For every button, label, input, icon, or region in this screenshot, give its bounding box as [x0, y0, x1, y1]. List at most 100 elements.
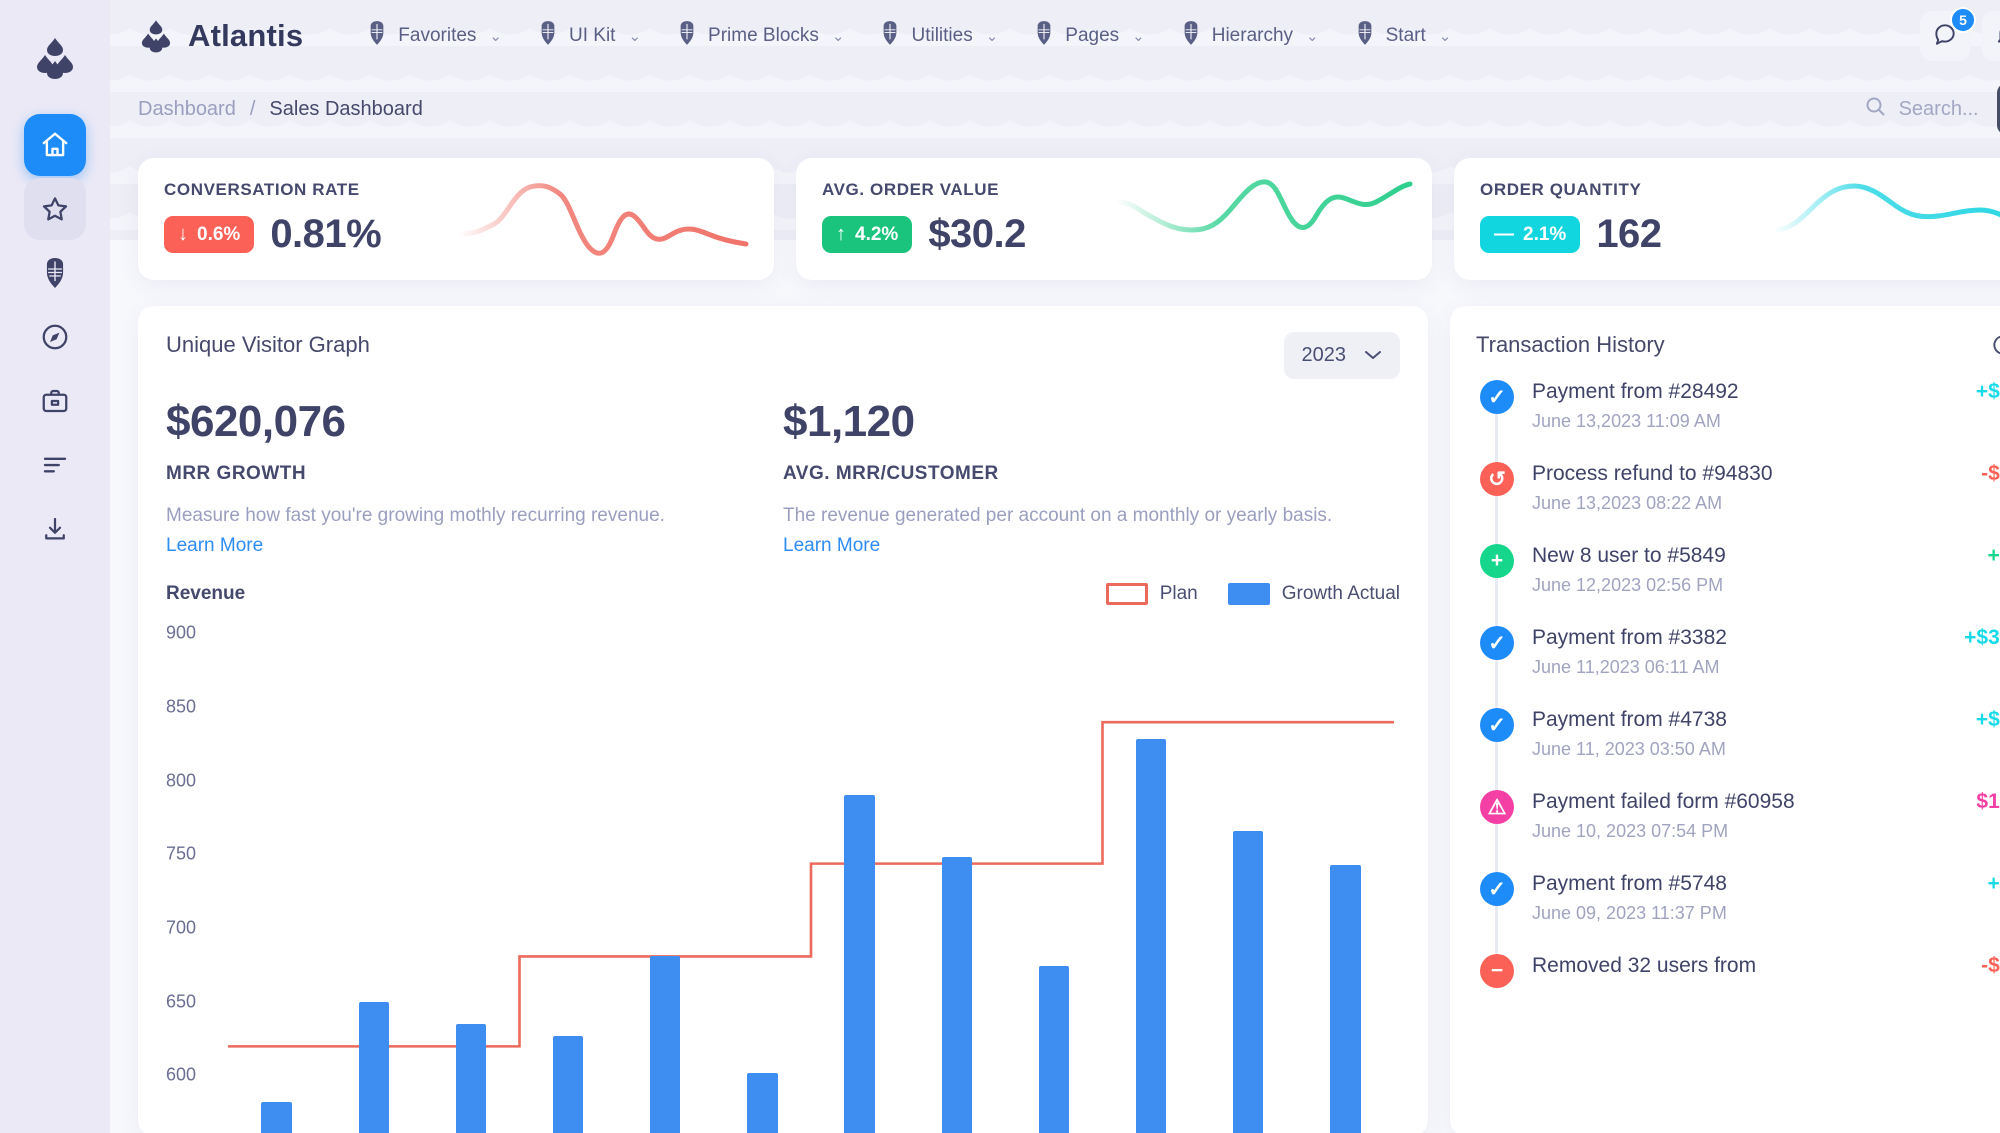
learn-more-link[interactable]: Learn More: [783, 535, 880, 557]
transaction-date: June 11, 2023 03:50 AM: [1532, 739, 1726, 759]
minus-icon: −: [1480, 954, 1514, 988]
sidebar-item-download[interactable]: [24, 498, 86, 560]
kpi-row: CONVERSATION RATE ↓ 0.6% 0.81% AVG. ORDE…: [110, 146, 2000, 280]
helmet-icon: [880, 21, 900, 51]
kpi-delta-value: 2.1%: [1523, 223, 1567, 245]
transaction-main: Removed 32 users from: [1532, 954, 1971, 985]
plus-icon: +: [1480, 544, 1514, 578]
legend-item-plan[interactable]: Plan: [1105, 582, 1198, 605]
chevron-down-icon: ⌄: [985, 28, 999, 45]
learn-more-link[interactable]: Learn More: [166, 535, 263, 557]
sidebar-item-business[interactable]: [24, 370, 86, 432]
breadcrumb-right: Search... Today: [1863, 83, 2000, 135]
kpi-card-order-quantity[interactable]: ORDER QUANTITY — 2.1% 162: [1454, 158, 2000, 280]
trend-flat-icon: —: [1494, 223, 1514, 245]
transaction-amount: +$50.00: [1987, 544, 2000, 567]
kpi-card-avg-order-value[interactable]: AVG. ORDER VALUE ↑ 4.2% $30.2: [796, 158, 1432, 280]
transaction-amount: -$570.00: [1981, 462, 2000, 485]
transaction-history-card: Transaction History ✓ Payment from #2849…: [1450, 306, 2000, 1133]
kpi-delta-value: 0.6%: [197, 223, 241, 245]
chart-bar[interactable]: [650, 956, 681, 1133]
sidebar-item-home[interactable]: [24, 114, 86, 176]
page-title: Unique Visitor Graph: [166, 332, 370, 357]
chart-bar[interactable]: [1038, 966, 1070, 1133]
sidebar-item-favorites[interactable]: [24, 178, 86, 240]
chart-bar[interactable]: [1330, 864, 1361, 1133]
transaction-row[interactable]: ⚠ Payment failed form #60958 June 10, 2023…: [1476, 790, 2000, 842]
kpi-value: 0.81%: [270, 212, 382, 256]
nav-right-actions: 5 2: [1920, 7, 2000, 62]
content-area: Unique Visitor Graph 2023 $620,076 MRR G…: [110, 280, 2000, 1133]
transaction-row[interactable]: ✓ Payment from #3382 June 11,2023 06:11 AM…: [1476, 626, 2000, 678]
chart-bar[interactable]: [552, 1035, 584, 1133]
kpi-card-conversation-rate[interactable]: CONVERSATION RATE ↓ 0.6% 0.81%: [138, 158, 774, 280]
check-icon: ✓: [1480, 708, 1514, 742]
chart-bar[interactable]: [747, 1072, 778, 1133]
top-navigation: Atlantis Favorites ⌄ UI Kit ⌄ Prime Bloc…: [110, 0, 2000, 72]
refresh-icon[interactable]: [1990, 332, 2000, 358]
transaction-row[interactable]: ✓ Payment from #4738 June 11, 2023 03:50 A…: [1476, 708, 2000, 760]
breadcrumb-root[interactable]: Dashboard: [138, 98, 236, 121]
search-input[interactable]: Search...: [1863, 94, 1979, 124]
transaction-main: Payment from #4738 June 11, 2023 03:50 AM: [1532, 708, 1966, 760]
messages-button[interactable]: 5: [1920, 7, 1976, 61]
nav-item-start[interactable]: Start ⌄: [1337, 13, 1470, 59]
chart-bar[interactable]: [455, 1023, 487, 1133]
chevron-down-icon: [1364, 344, 1382, 367]
chart-bar[interactable]: [844, 795, 875, 1133]
breadcrumb: Dashboard / Sales Dashboard: [138, 98, 423, 121]
revenue-bar-chart[interactable]: 900850800750700650600550: [166, 619, 1400, 1133]
chart-bar[interactable]: [261, 1102, 292, 1133]
y-axis-tick: 650: [166, 991, 197, 1012]
brand[interactable]: Atlantis: [138, 18, 303, 54]
warning-icon: ⚠: [1480, 790, 1514, 824]
nav-item-label: Favorites: [398, 25, 477, 46]
transaction-row[interactable]: −Removed 32 users from -$240.00: [1476, 954, 2000, 988]
nav-item-label: Pages: [1065, 25, 1120, 46]
sidebar-item-list[interactable]: [24, 434, 86, 496]
stat-label: AVG. MRR/CUSTOMER: [783, 463, 999, 484]
nav-item-favorites[interactable]: Favorites ⌄: [349, 13, 520, 59]
today-button[interactable]: Today: [1996, 83, 2000, 135]
transaction-row[interactable]: ✓ Payment from #5748 June 09, 2023 11:37 P…: [1476, 872, 2000, 924]
notifications-button[interactable]: 2: [1982, 11, 2000, 61]
sidebar-item-explore[interactable]: [24, 306, 86, 368]
nav-item-utilities[interactable]: Utilities ⌄: [862, 13, 1016, 59]
chart-bar[interactable]: [1135, 739, 1167, 1133]
nav-item-pages[interactable]: Pages ⌄: [1016, 13, 1162, 59]
check-icon: ✓: [1480, 626, 1514, 660]
visitor-card-header: Unique Visitor Graph 2023: [166, 332, 1400, 379]
sparkline-chart: [1114, 179, 1413, 233]
transaction-label: Payment failed form #60958: [1532, 790, 1795, 813]
kpi-delta-badge: ↓ 0.6%: [164, 216, 255, 253]
rail-logo[interactable]: [19, 22, 91, 94]
nav-item-label: Hierarchy: [1211, 25, 1294, 46]
transaction-label: New 8 user to #5849: [1532, 544, 1726, 567]
sidebar-item-components[interactable]: [24, 242, 86, 304]
transaction-main: Process refund to #94830 June 13,2023 08:…: [1532, 462, 1971, 514]
y-axis-tick: 700: [166, 917, 197, 938]
transaction-row[interactable]: ✓ Payment from #28492 June 13,2023 11:09 A…: [1476, 380, 2000, 432]
transaction-amount: $1450.00: [1976, 790, 2000, 813]
chart-bar[interactable]: [358, 1001, 389, 1133]
chart-bar[interactable]: [941, 857, 972, 1133]
helmet-icon: [1181, 21, 1201, 51]
y-axis-tick: 600: [166, 1064, 197, 1085]
nav-item-prime-blocks[interactable]: Prime Blocks ⌄: [659, 13, 862, 59]
legend-item-growth-actual[interactable]: Growth Actual: [1227, 582, 1400, 605]
breadcrumb-current: Sales Dashboard: [269, 97, 423, 120]
nav-item-hierarchy[interactable]: Hierarchy ⌄: [1163, 13, 1337, 59]
plan-line-path: [228, 722, 1394, 1046]
transaction-date: June 11,2023 06:11 AM: [1532, 657, 1720, 677]
chart-bar[interactable]: [1233, 830, 1264, 1133]
transaction-main: Payment from #5748 June 09, 2023 11:37 PM: [1532, 872, 1978, 924]
nav-links: Favorites ⌄ UI Kit ⌄ Prime Blocks ⌄ Util…: [349, 13, 1920, 59]
stat-avg-mrr-customer: $1,120 AVG. MRR/CUSTOMER The revenue gen…: [783, 397, 1400, 557]
transaction-row[interactable]: ↺ Process refund to #94830 June 13,2023 08…: [1476, 462, 2000, 514]
search-placeholder: Search...: [1898, 97, 1979, 120]
year-select[interactable]: 2023: [1283, 332, 1400, 379]
nav-item-label: Prime Blocks: [708, 25, 819, 46]
transaction-main: New 8 user to #5849 June 12,2023 02:56 PM: [1532, 544, 1978, 596]
nav-item-ui-kit[interactable]: UI Kit ⌄: [520, 13, 659, 59]
transaction-row[interactable]: + New 8 user to #5849 June 12,2023 02:56 P…: [1476, 544, 2000, 596]
